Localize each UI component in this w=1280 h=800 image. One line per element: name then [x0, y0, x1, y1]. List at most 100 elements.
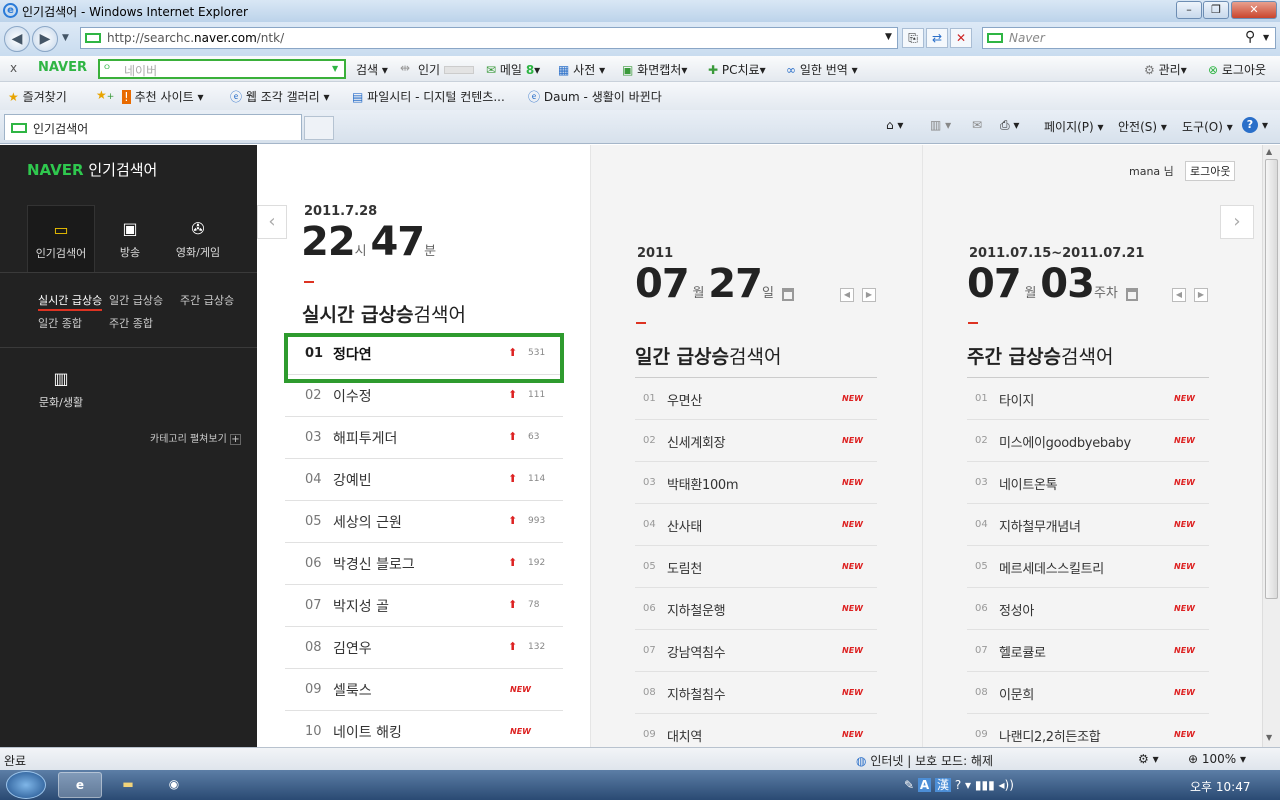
favorites-button[interactable]: ★ 즐겨찾기 — [8, 88, 67, 105]
realtime-row[interactable]: 07 박지성 골 ⬆ 78 — [285, 585, 563, 627]
new-tab-button[interactable] — [304, 116, 334, 140]
weekly-row[interactable]: 03 네이트온톡 NEW — [967, 462, 1209, 504]
weekly-row[interactable]: 04 지하철무개념녀 NEW — [967, 504, 1209, 546]
submenu-weekly-total[interactable]: 주간 종합 — [109, 315, 153, 331]
sidebar-tab-culture[interactable]: ▥ 문화/생활 — [27, 355, 95, 423]
naver-search-dropdown-icon[interactable]: ▼ — [332, 64, 338, 73]
print-icon[interactable]: ⎙ ▾ — [1000, 118, 1019, 133]
mail-read-icon[interactable]: ✉ — [972, 118, 982, 132]
manage-button[interactable]: ⚙ 관리▾ — [1144, 61, 1187, 78]
zoom-button[interactable]: ⊕ 100% ▾ — [1188, 752, 1246, 766]
weekly-calendar-icon[interactable] — [1126, 288, 1138, 301]
daily-row[interactable]: 05 도림천 NEW — [635, 546, 877, 588]
help-icon[interactable]: ? — [1242, 117, 1258, 133]
fav-item-4[interactable]: ⓔ Daum - 생활이 바뀐다 — [528, 88, 662, 105]
naver-search-input[interactable]: ᴼ 네이버 ▼ — [98, 59, 346, 79]
realtime-row[interactable]: 10 네이트 해킹 NEW — [285, 711, 563, 747]
history-dropdown-icon[interactable]: ▼ — [62, 33, 69, 43]
calendar-icon[interactable] — [782, 288, 794, 301]
weekly-row[interactable]: 06 정성아 NEW — [967, 588, 1209, 630]
sidebar-brand[interactable]: NAVER 인기검색어 — [27, 159, 157, 180]
taskbar-ie-icon[interactable]: e — [58, 772, 102, 798]
start-button[interactable] — [6, 771, 46, 799]
scroll-down-icon[interactable]: ▼ — [1266, 733, 1272, 742]
add-favorite-icon[interactable]: ★+ — [96, 88, 114, 102]
daily-row[interactable]: 07 강남역침수 NEW — [635, 630, 877, 672]
realtime-row[interactable]: 04 강예빈 ⬆ 114 — [285, 459, 563, 501]
fav-item-1[interactable]: ! 추천 사이트 ▾ — [122, 88, 204, 105]
page-menu[interactable]: 페이지(P) ▾ — [1044, 118, 1104, 135]
naver-search-button[interactable]: 검색 ▾ — [356, 61, 388, 78]
sidebar-tab-popular[interactable]: ▭ 인기검색어 — [27, 205, 95, 273]
scroll-thumb[interactable] — [1265, 159, 1278, 599]
screen-capture-button[interactable]: ▣ 화면캡처▾ — [622, 61, 687, 78]
help-dropdown-icon[interactable]: ▾ — [1262, 118, 1268, 132]
dictionary-button[interactable]: ▦ 사전 ▾ — [558, 61, 605, 78]
weekly-row[interactable]: 02 미스에이goodbyebaby NEW — [967, 420, 1209, 462]
pc-care-button[interactable]: ✚ PC치료▾ — [708, 61, 766, 78]
daily-prev-button[interactable]: ◀ — [840, 288, 854, 302]
search-icon[interactable]: ⚲ — [1245, 29, 1255, 45]
vertical-scrollbar[interactable]: ▲ ▼ — [1262, 145, 1280, 747]
next-arrow-button[interactable]: › — [1220, 205, 1254, 239]
daily-row[interactable]: 08 지하철침수 NEW — [635, 672, 877, 714]
category-expand-button[interactable]: 카테고리 펼쳐보기 + — [150, 430, 241, 445]
weekly-row[interactable]: 07 헬로큘로 NEW — [967, 630, 1209, 672]
daily-next-button[interactable]: ▶ — [862, 288, 876, 302]
back-button[interactable]: ◀ — [4, 26, 30, 52]
compat-view-icon[interactable]: ⎘ — [902, 28, 924, 48]
weekly-prev-button[interactable]: ◀ — [1172, 288, 1186, 302]
taskbar-mediaplayer-icon[interactable]: ◉ — [152, 772, 196, 798]
address-field[interactable]: http://searchc.naver.com/ntk/ ▼ — [80, 27, 898, 49]
naver-logo[interactable]: NAVER — [38, 60, 87, 75]
translate-button[interactable]: ∞ 일한 번역 ▾ — [786, 61, 858, 78]
daily-row[interactable]: 01 우면산 NEW — [635, 378, 877, 420]
refresh-icon[interactable]: ⇄ — [926, 28, 948, 48]
prev-arrow-button[interactable]: ‹ — [257, 205, 287, 239]
fav-item-2[interactable]: ⓔ 웹 조각 갤러리 ▾ — [230, 88, 330, 105]
realtime-row[interactable]: 05 세상의 근원 ⬆ 993 — [285, 501, 563, 543]
taskbar-explorer-icon[interactable]: ▬ — [106, 772, 150, 798]
home-icon[interactable]: ⌂ ▾ — [886, 118, 903, 132]
daily-row[interactable]: 03 박태환100m NEW — [635, 462, 877, 504]
popular-button[interactable]: 인기 — [418, 61, 474, 78]
protected-mode-icon[interactable]: ⚙ ▾ — [1138, 752, 1159, 766]
tray-icons[interactable]: ✎ A 漢 ? ▾ ▮▮▮ ◂)) — [904, 776, 1014, 793]
realtime-row[interactable]: 01 정다연 ⬆ 531 — [285, 333, 563, 375]
fav-item-3[interactable]: ▤ 파일시티 - 디지털 컨텐츠... — [352, 88, 505, 105]
mail-button[interactable]: ✉ 메일 8▾ — [486, 61, 540, 78]
feeds-icon[interactable]: ▥ ▾ — [930, 118, 951, 132]
weekly-row[interactable]: 05 메르세데스스킬트리 NEW — [967, 546, 1209, 588]
tools-menu[interactable]: 도구(O) ▾ — [1182, 118, 1233, 135]
scroll-up-icon[interactable]: ▲ — [1266, 147, 1272, 156]
toolbar-logout-button[interactable]: ⊗ 로그아웃 — [1208, 61, 1266, 78]
submenu-realtime[interactable]: 실시간 급상승 — [38, 292, 103, 311]
daily-row[interactable]: 02 신세계회장 NEW — [635, 420, 877, 462]
submenu-daily[interactable]: 일간 급상승 — [109, 292, 163, 308]
realtime-row[interactable]: 06 박경신 블로그 ⬆ 192 — [285, 543, 563, 585]
logout-button[interactable]: 로그아웃 — [1185, 161, 1236, 181]
realtime-row[interactable]: 02 이수정 ⬆ 111 — [285, 375, 563, 417]
daily-row[interactable]: 09 대치역 NEW — [635, 714, 877, 747]
stop-icon[interactable]: ✕ — [950, 28, 972, 48]
sidebar-tab-broadcast[interactable]: ▣ 방송 — [96, 205, 164, 273]
weekly-row[interactable]: 08 이문희 NEW — [967, 672, 1209, 714]
weekly-row[interactable]: 09 나랜디2,2히든조합 NEW — [967, 714, 1209, 747]
sidebar-tab-movie-game[interactable]: ✇ 영화/게임 — [164, 205, 232, 273]
safety-menu[interactable]: 안전(S) ▾ — [1118, 118, 1167, 135]
clock[interactable]: 오후 10:47 — [1190, 778, 1250, 795]
submenu-daily-total[interactable]: 일간 종합 — [38, 315, 82, 331]
toolbar-close-button[interactable]: x — [10, 61, 17, 75]
maximize-button[interactable]: ❐ — [1203, 1, 1229, 19]
submenu-weekly[interactable]: 주간 급상승 — [180, 292, 234, 308]
minimize-button[interactable]: – — [1176, 1, 1202, 19]
daily-row[interactable]: 06 지하철운행 NEW — [635, 588, 877, 630]
address-dropdown-icon[interactable]: ▼ — [885, 32, 892, 42]
weekly-row[interactable]: 01 타이지 NEW — [967, 378, 1209, 420]
realtime-row[interactable]: 03 해피투게더 ⬆ 63 — [285, 417, 563, 459]
forward-button[interactable]: ▶ — [32, 26, 58, 52]
search-box[interactable]: Naver ⚲ ▼ — [982, 27, 1276, 49]
realtime-row[interactable]: 08 김연우 ⬆ 132 — [285, 627, 563, 669]
daily-row[interactable]: 04 산사태 NEW — [635, 504, 877, 546]
realtime-row[interactable]: 09 셀룩스 NEW — [285, 669, 563, 711]
